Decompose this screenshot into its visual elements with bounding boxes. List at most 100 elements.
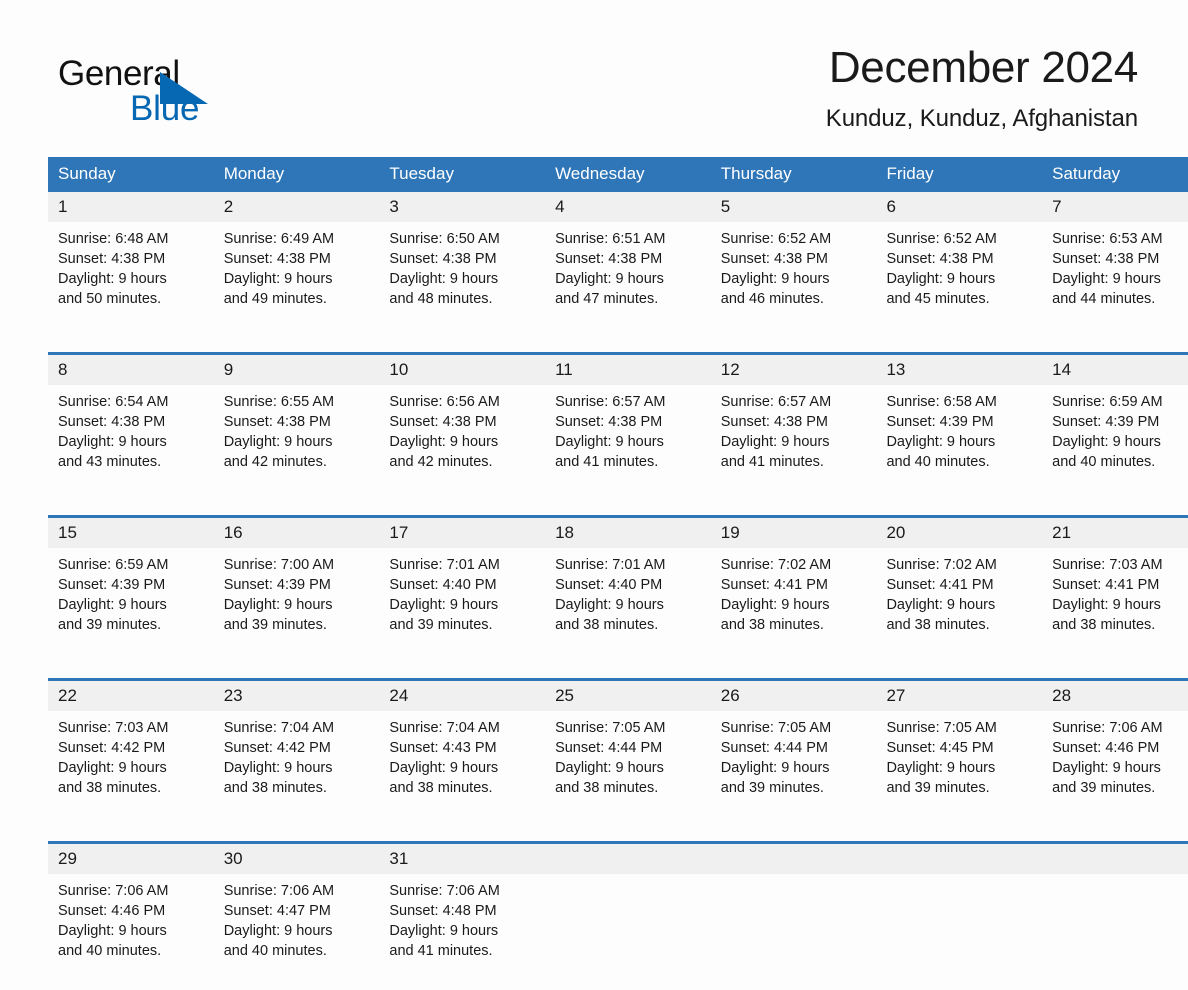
day-number: 4 xyxy=(545,192,711,222)
day-cell[interactable]: Sunrise: 6:54 AM Sunset: 4:38 PM Dayligh… xyxy=(48,385,214,501)
day-cell[interactable]: Sunrise: 6:59 AM Sunset: 4:39 PM Dayligh… xyxy=(48,548,214,664)
sunrise-text: Sunrise: 7:05 AM xyxy=(720,720,832,736)
day-cell[interactable]: Sunrise: 6:51 AM Sunset: 4:38 PM Dayligh… xyxy=(545,222,711,338)
weekday-header-saturday: Saturday xyxy=(1042,157,1188,192)
sunrise-text: Sunrise: 6:59 AM xyxy=(58,557,169,573)
day-cell[interactable]: Sunrise: 7:06 AM Sunset: 4:46 PM Dayligh… xyxy=(1042,711,1188,827)
sunset-text: Sunset: 4:48 PM xyxy=(389,903,497,919)
sunset-text: Sunset: 4:38 PM xyxy=(555,414,663,430)
day-number: 30 xyxy=(213,841,380,874)
daylight-text-line2: and 39 minutes. xyxy=(223,617,327,633)
sunrise-text: Sunrise: 7:04 AM xyxy=(223,720,335,736)
day-number: 9 xyxy=(213,352,380,385)
sunrise-text: Sunrise: 6:55 AM xyxy=(223,394,335,410)
day-cell[interactable]: Sunrise: 6:50 AM Sunset: 4:38 PM Dayligh… xyxy=(379,222,546,338)
day-number: 18 xyxy=(545,515,711,548)
day-cell[interactable]: Sunrise: 6:58 AM Sunset: 4:39 PM Dayligh… xyxy=(876,385,1043,501)
daylight-text-line1: Daylight: 9 hours xyxy=(1052,434,1161,450)
day-number: 8 xyxy=(48,352,214,385)
day-cell[interactable]: Sunrise: 7:02 AM Sunset: 4:41 PM Dayligh… xyxy=(876,548,1043,664)
day-cell[interactable]: Sunrise: 7:04 AM Sunset: 4:43 PM Dayligh… xyxy=(379,711,546,827)
day-cell[interactable]: Sunrise: 7:03 AM Sunset: 4:42 PM Dayligh… xyxy=(48,711,214,827)
day-detail-row: Sunrise: 7:03 AM Sunset: 4:42 PM Dayligh… xyxy=(48,711,1188,827)
daylight-text-line1: Daylight: 9 hours xyxy=(886,434,996,450)
day-cell[interactable]: Sunrise: 6:53 AM Sunset: 4:38 PM Dayligh… xyxy=(1042,222,1188,338)
daylight-text-line1: Daylight: 9 hours xyxy=(389,923,499,939)
day-cell[interactable]: Sunrise: 6:48 AM Sunset: 4:38 PM Dayligh… xyxy=(48,222,214,338)
sunset-text: Sunset: 4:46 PM xyxy=(1052,740,1160,756)
day-cell[interactable]: Sunrise: 6:59 AM Sunset: 4:39 PM Dayligh… xyxy=(1042,385,1188,501)
day-cell[interactable]: Sunrise: 7:05 AM Sunset: 4:44 PM Dayligh… xyxy=(710,711,877,827)
sunrise-text: Sunrise: 6:50 AM xyxy=(389,231,500,247)
day-cell[interactable]: Sunrise: 7:01 AM Sunset: 4:40 PM Dayligh… xyxy=(379,548,546,664)
daylight-text-line2: and 44 minutes. xyxy=(1052,291,1156,307)
daylight-text-line2: and 39 minutes. xyxy=(1052,780,1156,796)
day-number: 25 xyxy=(545,678,711,711)
daylight-text-line2: and 48 minutes. xyxy=(389,291,493,307)
daylight-text-line1: Daylight: 9 hours xyxy=(389,597,499,613)
weekday-header-tuesday: Tuesday xyxy=(379,157,546,192)
location-subtitle: Kunduz, Kunduz, Afghanistan xyxy=(825,105,1138,132)
day-cell[interactable]: Sunrise: 7:06 AM Sunset: 4:46 PM Dayligh… xyxy=(48,874,214,990)
day-number: 31 xyxy=(379,841,546,874)
day-number: 7 xyxy=(1042,192,1188,222)
sunrise-text: Sunrise: 7:05 AM xyxy=(886,720,997,736)
general-blue-logo[interactable]: General Blue xyxy=(58,54,318,138)
title-block: December 2024 Kunduz, Kunduz, Afghanista… xyxy=(498,40,1139,136)
day-cell[interactable]: Sunrise: 7:03 AM Sunset: 4:41 PM Dayligh… xyxy=(1042,548,1188,664)
day-number-row: 29 30 31 xyxy=(48,841,1188,874)
daylight-text-line1: Daylight: 9 hours xyxy=(555,597,664,613)
sunset-text: Sunset: 4:38 PM xyxy=(720,251,828,267)
day-cell[interactable]: Sunrise: 6:52 AM Sunset: 4:38 PM Dayligh… xyxy=(876,222,1043,338)
sunset-text: Sunset: 4:45 PM xyxy=(886,740,994,756)
daylight-text-line1: Daylight: 9 hours xyxy=(1052,597,1161,613)
day-cell[interactable]: Sunrise: 6:49 AM Sunset: 4:38 PM Dayligh… xyxy=(213,222,380,338)
day-cell[interactable]: Sunrise: 7:04 AM Sunset: 4:42 PM Dayligh… xyxy=(213,711,380,827)
sunrise-text: Sunrise: 7:06 AM xyxy=(58,883,169,899)
sunrise-text: Sunrise: 7:02 AM xyxy=(720,557,832,573)
sunrise-text: Sunrise: 6:56 AM xyxy=(389,394,500,410)
daylight-text-line2: and 41 minutes. xyxy=(555,454,659,470)
daylight-text-line1: Daylight: 9 hours xyxy=(389,271,499,287)
sunset-text: Sunset: 4:41 PM xyxy=(720,577,828,593)
day-cell[interactable]: Sunrise: 7:02 AM Sunset: 4:41 PM Dayligh… xyxy=(710,548,877,664)
daylight-text-line2: and 39 minutes. xyxy=(886,780,990,796)
daylight-text-line1: Daylight: 9 hours xyxy=(886,597,996,613)
daylight-text-line1: Daylight: 9 hours xyxy=(58,760,167,776)
day-cell-empty xyxy=(876,874,1043,990)
day-cell[interactable]: Sunrise: 6:57 AM Sunset: 4:38 PM Dayligh… xyxy=(545,385,711,501)
week-spacer xyxy=(48,338,1188,354)
day-cell[interactable]: Sunrise: 6:55 AM Sunset: 4:38 PM Dayligh… xyxy=(213,385,380,501)
daylight-text-line2: and 50 minutes. xyxy=(58,291,162,307)
day-number: 1 xyxy=(48,192,214,222)
day-cell[interactable]: Sunrise: 6:57 AM Sunset: 4:38 PM Dayligh… xyxy=(710,385,877,501)
day-number: 17 xyxy=(379,515,546,548)
day-detail-row: Sunrise: 6:59 AM Sunset: 4:39 PM Dayligh… xyxy=(48,548,1188,664)
week-spacer xyxy=(48,501,1188,517)
daylight-text-line2: and 41 minutes. xyxy=(720,454,824,470)
calendar-page: General Blue December 2024 Kunduz, Kundu… xyxy=(0,0,1188,990)
day-number: 20 xyxy=(876,515,1043,548)
day-number: 3 xyxy=(379,192,546,222)
day-cell[interactable]: Sunrise: 7:05 AM Sunset: 4:44 PM Dayligh… xyxy=(545,711,711,827)
day-cell[interactable]: Sunrise: 7:01 AM Sunset: 4:40 PM Dayligh… xyxy=(545,548,711,664)
day-cell[interactable]: Sunrise: 6:52 AM Sunset: 4:38 PM Dayligh… xyxy=(710,222,877,338)
day-cell[interactable]: Sunrise: 7:06 AM Sunset: 4:47 PM Dayligh… xyxy=(213,874,380,990)
day-number-empty xyxy=(545,841,711,874)
calendar-body: 1 2 3 4 5 6 7 Sunrise: 6:48 AM Sunset: 4… xyxy=(48,192,1188,990)
calendar-head: Sunday Monday Tuesday Wednesday Thursday… xyxy=(48,157,1188,192)
day-number: 12 xyxy=(710,352,877,385)
week-spacer xyxy=(48,664,1188,680)
day-number-row: 1 2 3 4 5 6 7 xyxy=(48,192,1188,222)
daylight-text-line2: and 40 minutes. xyxy=(223,943,327,959)
sunrise-sunset-calendar-table: Sunday Monday Tuesday Wednesday Thursday… xyxy=(48,157,1188,990)
day-cell[interactable]: Sunrise: 6:56 AM Sunset: 4:38 PM Dayligh… xyxy=(379,385,546,501)
daylight-text-line1: Daylight: 9 hours xyxy=(1052,271,1161,287)
day-number: 15 xyxy=(48,515,214,548)
day-cell[interactable]: Sunrise: 7:06 AM Sunset: 4:48 PM Dayligh… xyxy=(379,874,546,990)
sunset-text: Sunset: 4:44 PM xyxy=(555,740,663,756)
daylight-text-line1: Daylight: 9 hours xyxy=(58,923,167,939)
daylight-text-line2: and 38 minutes. xyxy=(1052,617,1156,633)
day-cell[interactable]: Sunrise: 7:05 AM Sunset: 4:45 PM Dayligh… xyxy=(876,711,1043,827)
day-cell[interactable]: Sunrise: 7:00 AM Sunset: 4:39 PM Dayligh… xyxy=(213,548,380,664)
